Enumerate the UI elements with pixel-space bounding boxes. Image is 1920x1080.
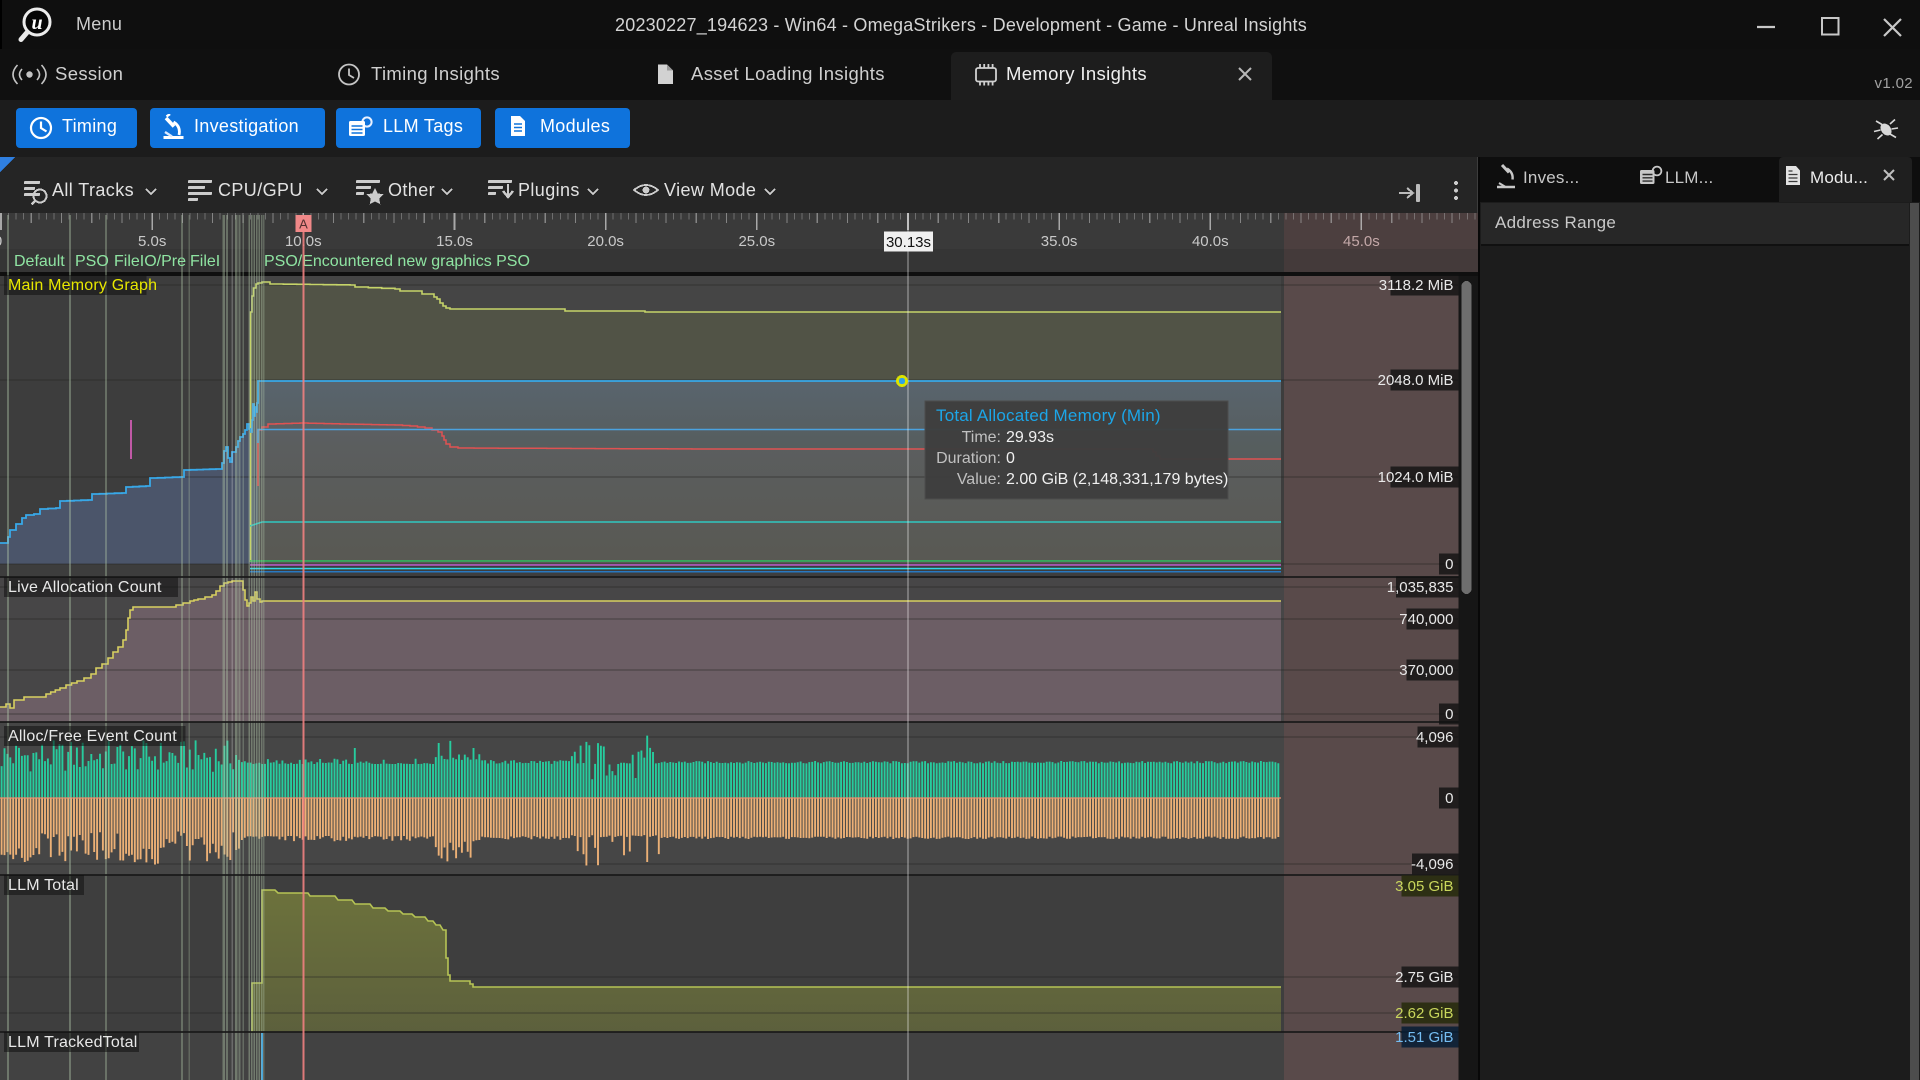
svg-text:Other: Other xyxy=(388,180,435,200)
svg-text:0: 0 xyxy=(1006,450,1015,467)
svg-text:40.0s: 40.0s xyxy=(1192,233,1229,250)
svg-text:LLM TrackedTotal: LLM TrackedTotal xyxy=(8,1034,137,1051)
svg-text:35.0s: 35.0s xyxy=(1041,233,1078,250)
svg-text:1024.0 MiB: 1024.0 MiB xyxy=(1378,469,1454,486)
svg-text:3118.2 MiB: 3118.2 MiB xyxy=(1379,277,1454,294)
svg-text:Total Allocated Memory (Min): Total Allocated Memory (Min) xyxy=(936,406,1161,425)
svg-text:-4,096: -4,096 xyxy=(1411,856,1454,873)
svg-text:29.93s: 29.93s xyxy=(1006,429,1054,446)
svg-text:All Tracks: All Tracks xyxy=(52,180,134,200)
svg-text:2048.0 MiB: 2048.0 MiB xyxy=(1378,372,1454,389)
svg-text:Plugins: Plugins xyxy=(518,180,580,200)
svg-text:1,035,835: 1,035,835 xyxy=(1387,579,1454,596)
svg-text:0: 0 xyxy=(1445,706,1453,723)
svg-text:Alloc/Free Event Count: Alloc/Free Event Count xyxy=(8,728,177,745)
svg-text:Default: Default xyxy=(14,253,65,270)
svg-text:2.75 GiB: 2.75 GiB xyxy=(1395,969,1453,986)
svg-text:Time:: Time: xyxy=(962,429,1001,446)
svg-text:Main Memory Graph: Main Memory Graph xyxy=(8,277,157,294)
svg-text:2.62 GiB: 2.62 GiB xyxy=(1395,1005,1453,1022)
svg-text:1.51 GiB: 1.51 GiB xyxy=(1395,1029,1453,1046)
svg-text:5.0s: 5.0s xyxy=(138,233,166,250)
svg-text:0: 0 xyxy=(1445,790,1453,807)
svg-text:Live Allocation Count: Live Allocation Count xyxy=(8,579,162,596)
svg-text:20.0s: 20.0s xyxy=(587,233,624,250)
svg-text:0: 0 xyxy=(0,233,2,250)
svg-text:2.00 GiB (2,148,331,179 bytes): 2.00 GiB (2,148,331,179 bytes) xyxy=(1006,471,1228,488)
svg-text:CPU/GPU: CPU/GPU xyxy=(218,180,303,200)
svg-text:PSO: PSO xyxy=(75,253,109,270)
svg-text:FileIO/Pre: FileIO/Pre xyxy=(114,253,186,270)
svg-text:25.0s: 25.0s xyxy=(738,233,775,250)
svg-text:0: 0 xyxy=(1445,556,1453,573)
svg-text:View Mode: View Mode xyxy=(664,180,756,200)
svg-text:Value:: Value: xyxy=(957,471,1001,488)
svg-text:3.05 GiB: 3.05 GiB xyxy=(1395,878,1453,895)
svg-text:370,000: 370,000 xyxy=(1399,662,1453,679)
svg-text:740,000: 740,000 xyxy=(1399,611,1453,628)
svg-text:FileI: FileI xyxy=(190,253,220,270)
svg-text:LLM Total: LLM Total xyxy=(8,877,79,894)
svg-text:Duration:: Duration: xyxy=(936,450,1001,467)
svg-text:A: A xyxy=(299,217,308,232)
svg-text:15.0s: 15.0s xyxy=(436,233,473,250)
svg-text:45.0s: 45.0s xyxy=(1343,233,1380,250)
svg-text:4,096: 4,096 xyxy=(1416,729,1454,746)
svg-text:30.13s: 30.13s xyxy=(886,234,931,251)
